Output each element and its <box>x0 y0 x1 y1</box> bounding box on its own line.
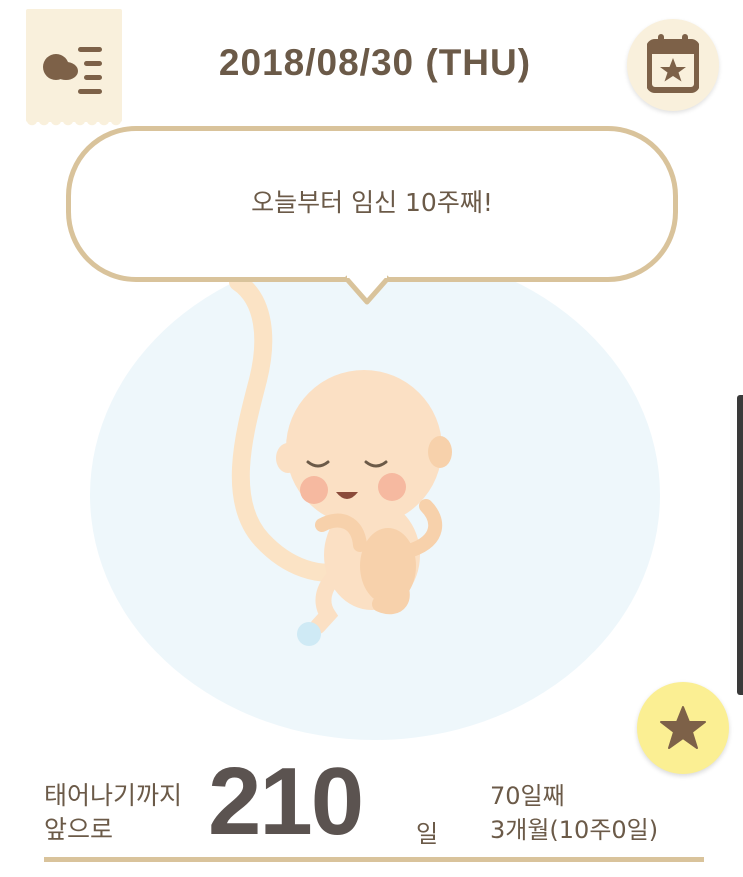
bottom-divider <box>44 857 704 862</box>
pregnancy-month-week: 3개월(10주0일) <box>490 816 659 844</box>
countdown-label-line1: 태어나기까지 <box>44 781 183 810</box>
speech-bubble-tail <box>345 274 389 305</box>
baby-menu-icon <box>43 47 102 94</box>
bubble-message: 오늘부터 임신 10주째! <box>251 188 493 217</box>
edge-panel-handle[interactable] <box>737 395 743 695</box>
countdown-label: 태어나기까지 앞으로 <box>44 779 182 847</box>
pregnancy-day-count: 70일째 <box>490 782 565 810</box>
calendar-star-icon <box>647 34 699 93</box>
page-title-date: 2018/08/30 (THU) <box>218 42 532 83</box>
menu-tab-button[interactable] <box>26 9 122 128</box>
calendar-button[interactable] <box>627 19 719 111</box>
countdown-label-line2: 앞으로 <box>44 815 114 844</box>
days-remaining-number: 210 <box>208 748 364 855</box>
pregnancy-progress-info: 70일째 3개월(10주0일) <box>490 779 658 847</box>
star-icon <box>660 706 706 749</box>
days-unit: 일 <box>416 820 439 848</box>
speech-bubble: 오늘부터 임신 10주째! <box>66 126 678 282</box>
favorite-button[interactable] <box>637 682 729 774</box>
